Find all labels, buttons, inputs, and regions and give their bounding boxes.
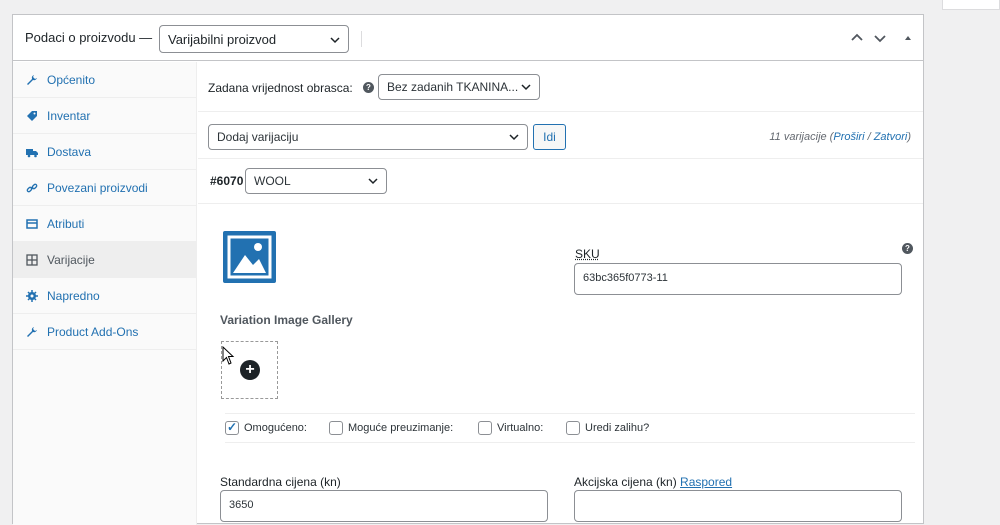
checkbox-box[interactable]	[225, 421, 239, 435]
checkbox-box[interactable]	[329, 421, 343, 435]
manage-stock-checkbox[interactable]: Uredi zalihu?	[566, 421, 649, 435]
wrench-icon	[25, 73, 39, 87]
checkbox-label: Virtualno:	[497, 422, 543, 434]
checkbox-box[interactable]	[478, 421, 492, 435]
help-icon[interactable]: ?	[363, 82, 374, 93]
schedule-link[interactable]: Raspored	[680, 475, 732, 489]
checkbox-label: Omogućeno:	[244, 422, 307, 434]
go-button[interactable]: Idi	[533, 124, 566, 150]
tab-label: Product Add-Ons	[47, 325, 138, 339]
tab-product-add-ons[interactable]: Product Add-Ons	[13, 314, 196, 350]
default-values-label: Zadana vrijednost obrasca:	[208, 81, 353, 95]
sale-price-input[interactable]	[574, 490, 902, 522]
default-value-text: Bez zadanih TKANINA...	[387, 80, 518, 94]
variation-id: #6070	[210, 174, 243, 188]
tab-label: Atributi	[47, 217, 84, 231]
mouse-cursor-icon	[222, 346, 236, 366]
variation-options-row: Omogućeno: Moguće preuzimanje: Virtualno…	[225, 413, 915, 443]
link-icon	[25, 181, 39, 195]
variation-attribute-value: WOOL	[254, 174, 291, 188]
tab-variations[interactable]: Varijacije	[13, 242, 196, 278]
tab-label: Općenito	[47, 73, 95, 87]
panel-title: Podaci o proizvodu —	[25, 30, 152, 45]
tab-linked-products[interactable]: Povezani proizvodi	[13, 170, 196, 206]
tab-label: Dostava	[47, 145, 91, 159]
gear-icon	[25, 289, 39, 303]
sale-price-label: Akcijska cijena (kn)	[574, 475, 680, 489]
sku-input[interactable]: 63bc365f0773-11	[574, 263, 902, 295]
tab-shipping[interactable]: Dostava	[13, 134, 196, 170]
chevron-down-icon	[521, 82, 531, 92]
sale-price-label-wrap: Akcijska cijena (kn) Raspored	[574, 475, 732, 489]
variation-actions-row: Dodaj varijaciju Idi 11 varijacije (Proš…	[198, 113, 923, 159]
collapse-link[interactable]: Zatvori	[874, 131, 908, 143]
variation-body: Variation Image Gallery + SKU ? 63bc365f…	[198, 205, 923, 525]
tab-inventory[interactable]: Inventar	[13, 98, 196, 134]
tag-icon	[25, 109, 39, 123]
variation-action-value: Dodaj varijaciju	[217, 130, 298, 144]
chevron-down-icon	[330, 35, 340, 45]
chevron-up-icon	[850, 31, 864, 45]
variation-image-upload[interactable]	[223, 231, 276, 283]
tab-general[interactable]: Općenito	[13, 62, 196, 98]
grid-icon	[25, 253, 39, 267]
wrench-icon	[25, 325, 39, 339]
variation-attribute-select[interactable]: WOOL	[245, 168, 387, 194]
gallery-add-button[interactable]: +	[221, 341, 278, 399]
enabled-checkbox[interactable]: Omogućeno:	[225, 421, 307, 435]
chevron-down-icon	[509, 132, 519, 142]
product-type-select[interactable]: Varijabilni proizvod	[159, 25, 349, 53]
checkbox-label: Uredi zalihu?	[585, 422, 649, 434]
move-up-button[interactable]	[847, 28, 867, 48]
tab-label: Varijacije	[47, 253, 95, 267]
checkbox-label: Moguće preuzimanje:	[348, 422, 453, 434]
triangle-up-icon	[901, 31, 915, 45]
header-divider	[361, 31, 362, 47]
product-data-panel: Podaci o proizvodu — Varijabilni proizvo…	[12, 14, 924, 524]
variation-count-text: 11 varijacije (	[769, 131, 833, 143]
tab-label: Povezani proizvodi	[47, 181, 148, 195]
variation-count: 11 varijacije (Proširi / Zatvori)	[769, 131, 911, 143]
image-placeholder-icon	[223, 231, 276, 283]
table-icon	[25, 217, 39, 231]
default-value-select[interactable]: Bez zadanih TKANINA...	[378, 74, 540, 100]
variation-action-select[interactable]: Dodaj varijaciju	[208, 124, 528, 150]
move-down-button[interactable]	[870, 28, 890, 48]
virtual-checkbox[interactable]: Virtualno:	[478, 421, 543, 435]
screen-options-tab	[942, 0, 1000, 10]
checkbox-box[interactable]	[566, 421, 580, 435]
gallery-title: Variation Image Gallery	[220, 313, 353, 327]
default-form-values-row: Zadana vrijednost obrasca: ? Bez zadanih…	[198, 62, 923, 112]
regular-price-label: Standardna cijena (kn)	[220, 475, 341, 489]
variation-count-close: )	[907, 131, 911, 143]
downloadable-checkbox[interactable]: Moguće preuzimanje:	[329, 421, 453, 435]
help-icon[interactable]: ?	[902, 243, 913, 254]
tab-label: Napredno	[47, 289, 100, 303]
chevron-down-icon	[873, 31, 887, 45]
expand-link[interactable]: Proširi	[833, 131, 864, 143]
chevron-down-icon	[368, 176, 378, 186]
plus-icon: +	[240, 360, 260, 380]
panel-header: Podaci o proizvodu — Varijabilni proizvo…	[13, 15, 923, 61]
tab-label: Inventar	[47, 109, 90, 123]
tab-attributes[interactable]: Atributi	[13, 206, 196, 242]
product-data-tabs: Općenito Inventar Dostava Povezani proiz…	[13, 62, 197, 525]
toggle-panel-button[interactable]	[898, 28, 918, 48]
product-type-value: Varijabilni proizvod	[168, 32, 276, 47]
truck-icon	[25, 145, 39, 159]
sku-label: SKU	[575, 247, 600, 261]
link-separator: /	[865, 131, 874, 143]
variation-header-row: #6070 WOOL	[198, 160, 923, 204]
tab-advanced[interactable]: Napredno	[13, 278, 196, 314]
regular-price-input[interactable]: 3650	[220, 490, 548, 522]
